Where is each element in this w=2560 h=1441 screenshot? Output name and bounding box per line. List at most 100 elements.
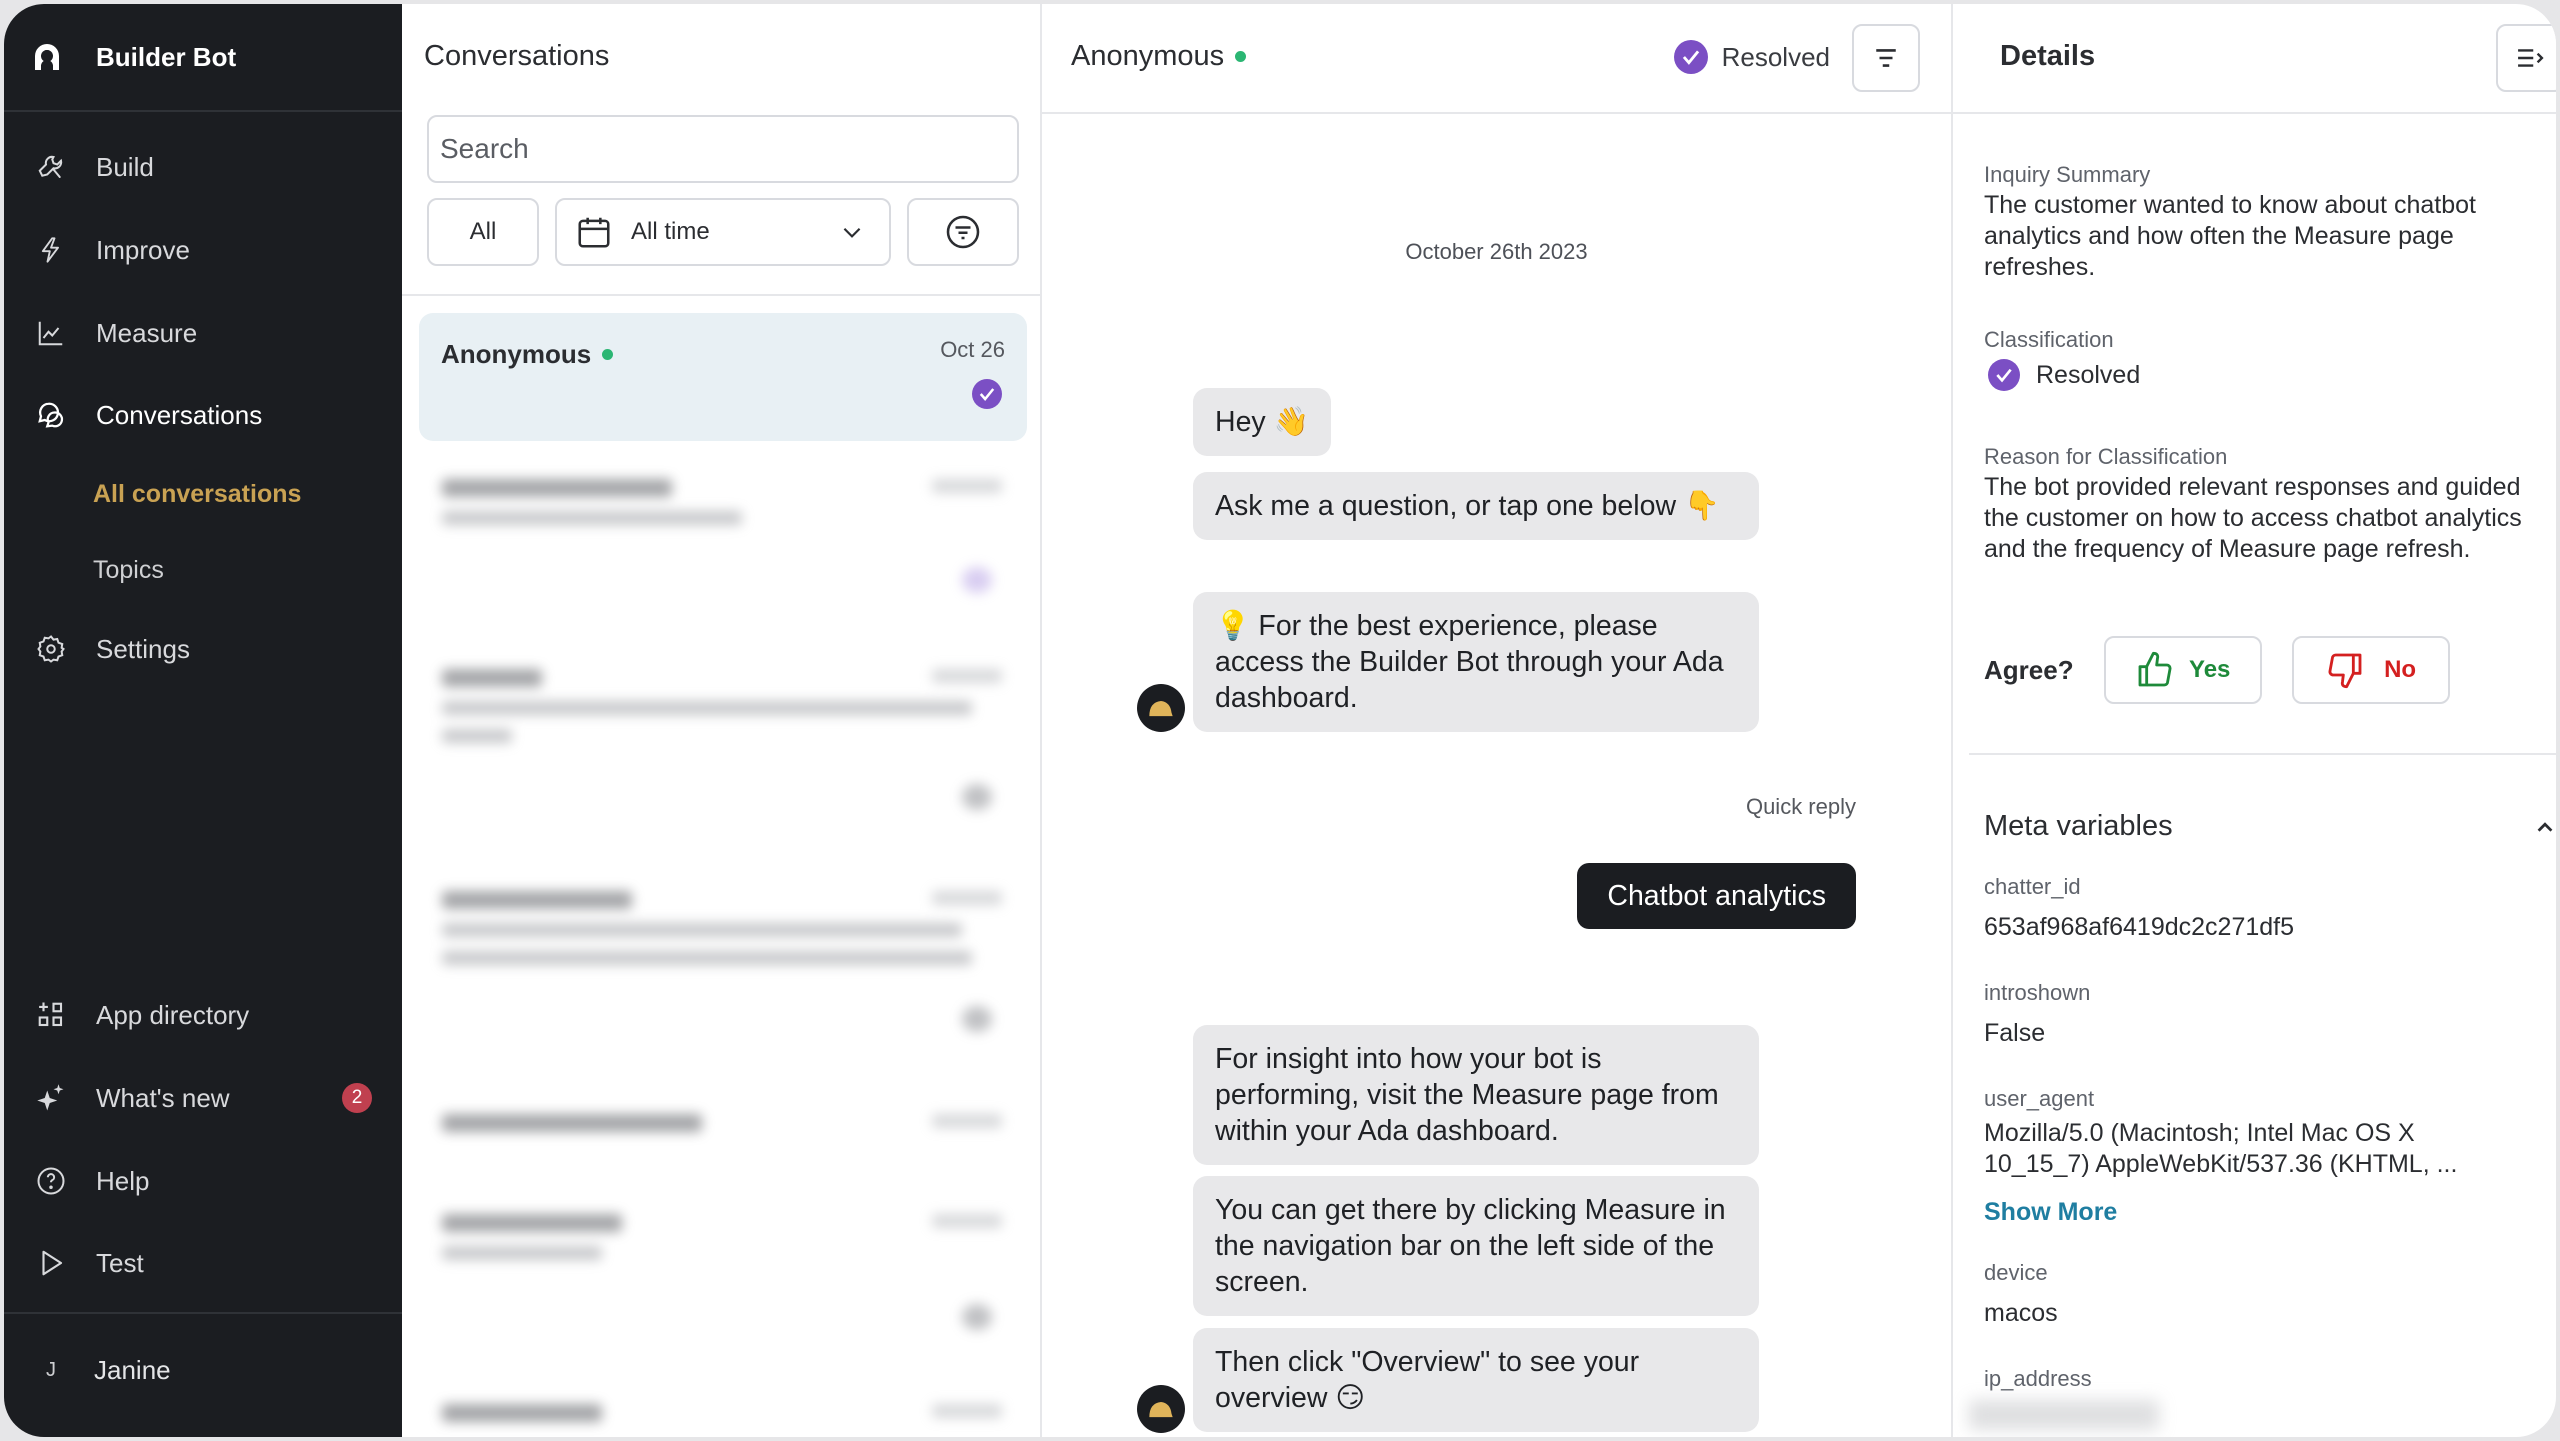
field-value: The customer wanted to know about chatbo… bbox=[1984, 191, 2476, 281]
conversation-item-blurred[interactable] bbox=[442, 1114, 1012, 1174]
meta-key: device bbox=[1984, 1260, 2048, 1285]
user-profile[interactable]: J Janine bbox=[4, 1344, 171, 1396]
reason-for-classification: Reason for Classification The bot provid… bbox=[1984, 444, 2554, 565]
list-divider bbox=[402, 294, 1040, 296]
advanced-filter-button[interactable] bbox=[907, 198, 1019, 266]
meta-value: Mozilla/5.0 (Macintosh; Intel Mac OS X 1… bbox=[1984, 1119, 2458, 1178]
nav-label: Measure bbox=[96, 317, 198, 348]
quick-reply-label: Quick reply bbox=[1745, 794, 1856, 819]
date-filter-value: All time bbox=[631, 218, 710, 245]
agree-yes-button[interactable]: Yes bbox=[2103, 636, 2262, 704]
meta-variable: ip_address bbox=[1984, 1366, 2544, 1392]
collapse-panel-icon bbox=[2518, 49, 2544, 67]
menu-lines-icon bbox=[1876, 49, 1896, 67]
bot-avatar bbox=[1137, 684, 1185, 732]
bot-avatar bbox=[1137, 1385, 1185, 1433]
conversation-item-blurred[interactable] bbox=[442, 891, 1012, 1041]
nav-test[interactable]: Test bbox=[4, 1233, 402, 1293]
show-more-link[interactable]: Show More bbox=[1984, 1198, 2117, 1227]
brand-name: Builder Bot bbox=[96, 41, 237, 72]
conversation-item-selected[interactable]: Anonymous Oct 26 bbox=[419, 313, 1027, 441]
status-label: Resolved bbox=[1721, 41, 1830, 72]
ada-logo-icon bbox=[35, 44, 59, 70]
bot-message: Then click "Overview" to see your overvi… bbox=[1193, 1328, 1759, 1432]
play-icon bbox=[34, 1246, 68, 1280]
nav-measure[interactable]: Measure bbox=[4, 303, 402, 363]
nav-label: Build bbox=[96, 151, 154, 182]
bot-message: Ask me a question, or tap one below 👇 bbox=[1193, 472, 1759, 540]
classification-value: Resolved bbox=[2036, 360, 2141, 389]
chat-contact-name: Anonymous bbox=[1071, 40, 1225, 72]
help-circle-icon bbox=[34, 1164, 68, 1198]
meta-variables-title: Meta variables bbox=[1984, 810, 2173, 842]
meta-variable: device macos bbox=[1984, 1260, 2544, 1329]
resolved-check-icon bbox=[1988, 359, 2020, 391]
chat-panel: Anonymous Resolved October 26th 2023 Hey… bbox=[1042, 4, 1953, 1437]
sub-all-conversations[interactable]: All conversations bbox=[93, 480, 301, 509]
nav-label: Improve bbox=[96, 234, 190, 265]
filter-all-button[interactable]: All bbox=[427, 198, 539, 266]
chart-line-icon bbox=[34, 316, 68, 350]
lightning-icon bbox=[34, 233, 68, 267]
chat-menu-button[interactable] bbox=[1852, 24, 1920, 92]
brand[interactable]: Builder Bot bbox=[4, 4, 402, 112]
thumbs-down-icon bbox=[2328, 653, 2362, 689]
nav-label: Conversations bbox=[96, 399, 263, 430]
nav-label: Test bbox=[96, 1247, 144, 1278]
agree-feedback: Agree? Yes No bbox=[1984, 636, 2480, 704]
notification-badge: 2 bbox=[342, 1083, 372, 1113]
conversation-name: Anonymous bbox=[441, 339, 592, 369]
sparkle-icon bbox=[34, 1081, 68, 1115]
sub-topics[interactable]: Topics bbox=[93, 556, 164, 585]
section-divider bbox=[1969, 753, 2556, 755]
conversation-item-blurred[interactable] bbox=[442, 669, 1012, 819]
nav-whats-new[interactable]: What's new 2 bbox=[4, 1068, 402, 1128]
nav-label: Help bbox=[96, 1165, 150, 1196]
date-filter-dropdown[interactable]: All time bbox=[555, 198, 891, 266]
classification: Classification Resolved bbox=[1984, 327, 2554, 391]
nav-settings[interactable]: Settings bbox=[4, 619, 402, 679]
agree-label: Agree? bbox=[1984, 654, 2074, 685]
resolved-check-icon bbox=[1673, 40, 1708, 74]
redacted-ip-address bbox=[1969, 1400, 2159, 1430]
meta-key: user_agent bbox=[1984, 1086, 2095, 1111]
meta-value: False bbox=[1984, 1019, 2046, 1047]
collapse-panel-button[interactable] bbox=[2496, 24, 2556, 92]
bot-message: 💡 For the best experience, please access… bbox=[1193, 592, 1759, 732]
app-window: Builder Bot Build Improve Measure Conver… bbox=[4, 4, 2556, 1437]
field-label: Inquiry Summary bbox=[1984, 162, 2151, 187]
chat-header: Anonymous Resolved bbox=[1042, 4, 1951, 114]
sidebar: Builder Bot Build Improve Measure Conver… bbox=[4, 4, 402, 1437]
details-title: Details bbox=[2000, 40, 2096, 72]
gear-icon bbox=[34, 632, 68, 666]
user-name: Janine bbox=[94, 1354, 171, 1385]
agree-no-button[interactable]: No bbox=[2291, 636, 2450, 704]
chevron-up-icon[interactable] bbox=[2534, 816, 2556, 838]
status-badge[interactable]: Resolved bbox=[1673, 40, 1830, 74]
meta-variable: user_agent Mozilla/5.0 (Macintosh; Intel… bbox=[1984, 1086, 2504, 1180]
nav-app-directory[interactable]: App directory bbox=[4, 985, 402, 1045]
meta-key: ip_address bbox=[1984, 1366, 2092, 1391]
thumbs-up-icon bbox=[2138, 651, 2172, 687]
nav-label: Settings bbox=[96, 633, 190, 664]
meta-key: chatter_id bbox=[1984, 874, 2081, 899]
yes-label: Yes bbox=[2189, 656, 2231, 683]
meta-value: macos bbox=[1984, 1299, 2058, 1327]
nav-build[interactable]: Build bbox=[4, 137, 402, 197]
conversation-date: Oct 26 bbox=[940, 337, 1005, 362]
no-label: No bbox=[2384, 656, 2417, 683]
conversation-item-blurred[interactable] bbox=[442, 479, 1012, 599]
meta-value: 653af968af6419dc2c271df5 bbox=[1984, 913, 2295, 941]
nav-improve[interactable]: Improve bbox=[4, 220, 402, 280]
app-grid-icon bbox=[34, 998, 68, 1032]
nav-conversations[interactable]: Conversations bbox=[4, 385, 402, 445]
calendar-icon bbox=[578, 217, 610, 248]
meta-key: introshown bbox=[1984, 980, 2091, 1005]
conversation-item-blurred[interactable] bbox=[442, 1214, 1012, 1334]
quick-reply-message[interactable]: Chatbot analytics bbox=[1577, 863, 1856, 929]
conversation-item-blurred[interactable] bbox=[442, 1404, 1012, 1434]
resolved-check-icon bbox=[972, 379, 1002, 409]
nav-help[interactable]: Help bbox=[4, 1151, 402, 1211]
chat-bubbles-icon bbox=[34, 398, 68, 432]
search-input[interactable] bbox=[427, 115, 1019, 183]
